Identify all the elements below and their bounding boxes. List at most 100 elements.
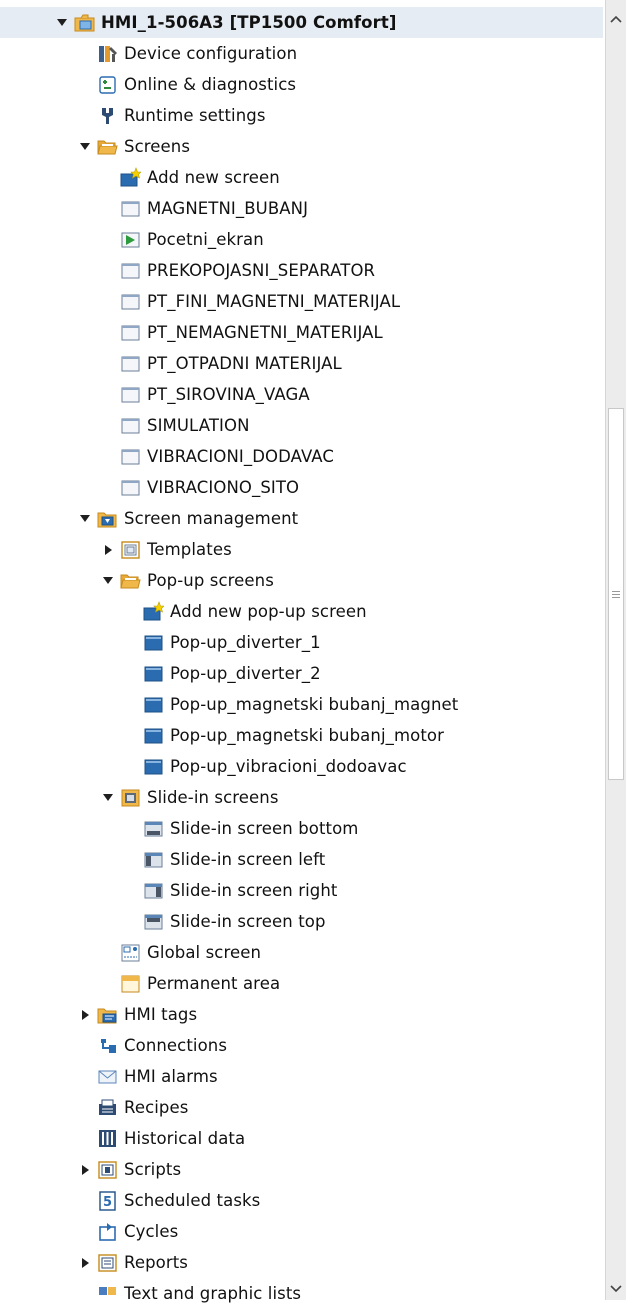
toggle-spacer [102,203,114,215]
tree-item-label: VIBRACIONI_DODAVAC [147,447,334,466]
tree-item-prekopojasni-separator[interactable]: PREKOPOJASNI_SEPARATOR [0,255,603,286]
grip-icon [612,590,620,598]
tree-item-reports[interactable]: Reports [0,1247,603,1278]
toggle-spacer [102,265,114,277]
tree-item-pop-up-vibracioni-dodoavac[interactable]: Pop-up_vibracioni_dodoavac [0,751,603,782]
expand-arrow-icon[interactable] [102,792,114,804]
historical-data-icon [97,1128,118,1149]
scroll-down-icon[interactable] [606,1278,626,1300]
tree-item-pop-up-magnetski-bubanj-motor[interactable]: Pop-up_magnetski bubanj_motor [0,720,603,751]
tree-item-historical-data[interactable]: Historical data [0,1123,603,1154]
toggle-spacer [102,234,114,246]
toggle-spacer [125,885,137,897]
screen-icon [120,353,141,374]
expand-arrow-icon[interactable] [79,513,91,525]
toggle-spacer [79,110,91,122]
tree-item-global-screen[interactable]: Global screen [0,937,603,968]
tree-item-pt-otpadni-materijal[interactable]: PT_OTPADNI MATERIJAL [0,348,603,379]
tree-item-pt-fini-magnetni-materijal[interactable]: PT_FINI_MAGNETNI_MATERIJAL [0,286,603,317]
tree-item-label: SIMULATION [147,416,250,435]
collapse-arrow-icon[interactable] [79,1009,91,1021]
hmi-alarms-icon [97,1066,118,1087]
tree-item-simulation[interactable]: SIMULATION [0,410,603,441]
tree-item-scheduled-tasks[interactable]: 5 Scheduled tasks [0,1185,603,1216]
tree-item-label: PT_FINI_MAGNETNI_MATERIJAL [147,292,401,311]
tree-item-label: VIBRACIONO_SITO [147,478,300,497]
tree-item-label: Slide-in screen top [170,912,326,931]
tree-item-hmi-tags[interactable]: HMI tags [0,999,603,1030]
expand-arrow-icon[interactable] [56,17,68,29]
tree-item-label: Slide-in screen right [170,881,338,900]
tree-item-pop-up-screens[interactable]: Pop-up screens [0,565,603,596]
tree-item-label: Device configuration [124,44,298,63]
tree-item-label: Scheduled tasks [124,1191,261,1210]
toggle-spacer [125,730,137,742]
screen-icon [120,198,141,219]
collapse-arrow-icon[interactable] [79,1257,91,1269]
tree-item-device-configuration[interactable]: Device configuration [0,38,603,69]
tree-item-vibracioni-dodavac[interactable]: VIBRACIONI_DODAVAC [0,441,603,472]
tree-item-label: Scripts [124,1160,182,1179]
tree-item-slide-in-screen-right[interactable]: Slide-in screen right [0,875,603,906]
scroll-up-icon[interactable] [606,8,626,30]
toggle-spacer [125,854,137,866]
tree-item-scripts[interactable]: Scripts [0,1154,603,1185]
tree-item-screen-management[interactable]: Screen management [0,503,603,534]
tree-item-recipes[interactable]: Recipes [0,1092,603,1123]
tree-item-pop-up-diverter-1[interactable]: Pop-up_diverter_1 [0,627,603,658]
tree-item-pt-nemagnetni-materijal[interactable]: PT_NEMAGNETNI_MATERIJAL [0,317,603,348]
tree-item-slide-in-screen-left[interactable]: Slide-in screen left [0,844,603,875]
toggle-spacer [79,1102,91,1114]
tree-item-connections[interactable]: Connections [0,1030,603,1061]
screen-icon [120,384,141,405]
tree-item-pop-up-diverter-2[interactable]: Pop-up_diverter_2 [0,658,603,689]
tree-item-pocetni-ekran[interactable]: Pocetni_ekran [0,224,603,255]
tree-item-add-new-pop-up-screen[interactable]: Add new pop-up screen [0,596,603,627]
tree-item-templates[interactable]: Templates [0,534,603,565]
vertical-scrollbar[interactable] [605,0,626,1300]
tree-item-pop-up-magnetski-bubanj-magnet[interactable]: Pop-up_magnetski bubanj_magnet [0,689,603,720]
device-configuration-icon [97,43,118,64]
templates-folder-icon [120,539,141,560]
collapse-arrow-icon[interactable] [102,544,114,556]
tree-item-online-diagnostics[interactable]: Online & diagnostics [0,69,603,100]
expand-arrow-icon[interactable] [79,141,91,153]
tree-item-pt-sirovina-vaga[interactable]: PT_SIROVINA_VAGA [0,379,603,410]
expand-arrow-icon[interactable] [102,575,114,587]
reports-icon [97,1252,118,1273]
toggle-spacer [125,668,137,680]
toggle-spacer [79,1133,91,1145]
tree-item-slide-in-screen-bottom[interactable]: Slide-in screen bottom [0,813,603,844]
toggle-spacer [102,451,114,463]
tree-item-vibraciono-sito[interactable]: VIBRACIONO_SITO [0,472,603,503]
tree-item-label: PT_NEMAGNETNI_MATERIJAL [147,323,383,342]
scripts-icon [97,1159,118,1180]
toggle-spacer [125,761,137,773]
tree-item-hmi-1-506a3-tp1500-comfort[interactable]: HMI_1-506A3 [TP1500 Comfort] [0,7,603,38]
toggle-spacer [102,327,114,339]
tree-item-cycles[interactable]: Cycles [0,1216,603,1247]
tree-item-label: Connections [124,1036,228,1055]
hmi-tags-icon [97,1004,118,1025]
scrollbar-thumb[interactable] [608,408,624,780]
tree-item-add-new-screen[interactable]: Add new screen [0,162,603,193]
screen-management-icon [97,508,118,529]
tree-item-permanent-area[interactable]: Permanent area [0,968,603,999]
tree-item-label: Online & diagnostics [124,75,297,94]
toggle-spacer [102,978,114,990]
folder-open-icon [97,136,118,157]
slidein-left-icon [143,849,164,870]
tree-item-hmi-alarms[interactable]: HMI alarms [0,1061,603,1092]
tree-item-text-and-graphic-lists[interactable]: Text and graphic lists [0,1278,603,1309]
tree-item-magnetni-bubanj[interactable]: MAGNETNI_BUBANJ [0,193,603,224]
toggle-spacer [102,947,114,959]
tree-item-slide-in-screen-top[interactable]: Slide-in screen top [0,906,603,937]
tree-item-slide-in-screens[interactable]: Slide-in screens [0,782,603,813]
tree-item-runtime-settings[interactable]: Runtime settings [0,100,603,131]
toggle-spacer [102,296,114,308]
tree-item-screens[interactable]: Screens [0,131,603,162]
tree-item-label: Cycles [124,1222,179,1241]
toggle-spacer [102,172,114,184]
tree-item-label: Global screen [147,943,262,962]
collapse-arrow-icon[interactable] [79,1164,91,1176]
